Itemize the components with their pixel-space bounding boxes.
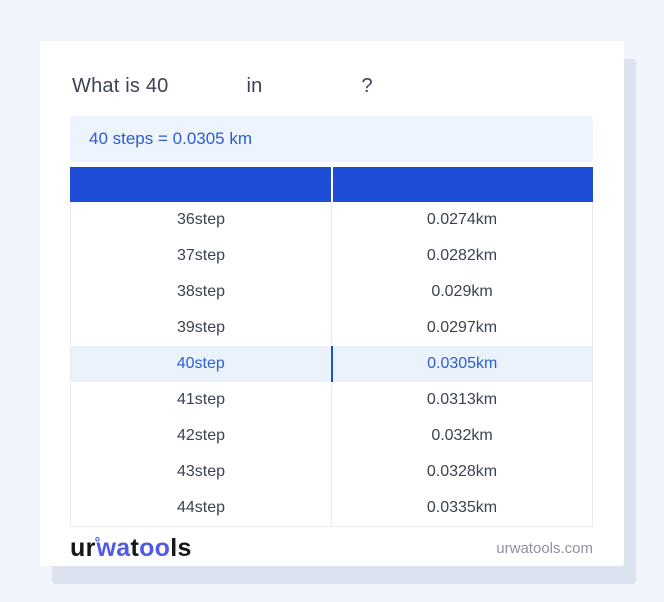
table-row: 39step 0.0297km — [71, 310, 592, 346]
urwatools-logo: ur°watools — [70, 534, 192, 563]
steps-cell: 36step — [71, 202, 332, 238]
steps-cell: 39step — [71, 310, 332, 346]
km-cell: 0.0297km — [426, 319, 498, 336]
table-row: 41step 0.0313km — [71, 382, 592, 418]
table-row: 38step 0.029km — [71, 274, 592, 310]
logo-text-dark: ur — [70, 533, 96, 562]
km-cell: 0.0313km — [426, 391, 498, 408]
title-question-part: What is 40 — [72, 75, 169, 97]
logo-text-dark: ls — [170, 533, 192, 562]
table-row: 44step 0.0335km — [71, 490, 592, 526]
table-row: 40step 0.0305km — [71, 346, 592, 382]
page-title: What is 40 in? — [72, 73, 593, 100]
table-row: 37step 0.0282km — [71, 238, 592, 274]
table-row: 43step 0.0328km — [71, 454, 592, 490]
km-cell: 0.0335km — [426, 499, 498, 516]
steps-cell: 37step — [71, 238, 332, 274]
conversion-card: What is 40 in? 40 steps = 0.0305 km 36ste… — [40, 41, 624, 566]
steps-cell: 41step — [71, 382, 332, 418]
km-cell: 0.029km — [431, 283, 493, 300]
conversion-table: 36step 0.0274km 37step 0.0282km 38step 0.029k… — [70, 167, 593, 527]
header-km-cell — [333, 167, 594, 202]
steps-cell: 44step — [71, 490, 332, 526]
km-cell: 0.0305km — [427, 355, 498, 372]
header-steps-cell — [70, 167, 333, 202]
km-cell: 0.0328km — [426, 463, 498, 480]
logo-text-dark: t — [130, 533, 140, 562]
table-row: 36step 0.0274km — [71, 202, 592, 238]
table-row: 42step 0.032km — [71, 418, 592, 454]
km-cell: 0.032km — [431, 427, 493, 444]
logo-text-blue: wa — [96, 533, 131, 562]
table-header-row — [70, 167, 593, 202]
title-question-mark: ? — [361, 75, 373, 97]
steps-cell: 38step — [71, 274, 332, 310]
logo-glasses-oo: oo — [139, 533, 171, 562]
km-cell: 0.0274km — [426, 211, 498, 228]
steps-cell: 40step — [71, 346, 333, 382]
site-url-text: urwatools.com — [496, 539, 593, 557]
title-in-part: in — [246, 75, 263, 97]
conversion-result-text: 40 steps = 0.0305 km — [89, 129, 253, 148]
table-body: 36step 0.0274km 37step 0.0282km 38step 0.029k… — [70, 202, 593, 527]
card-footer: ur°watools urwatools.com — [70, 528, 593, 568]
conversion-result-box: 40 steps = 0.0305 km — [70, 116, 593, 162]
steps-cell: 43step — [71, 454, 332, 490]
km-cell: 0.0282km — [426, 247, 498, 264]
steps-cell: 42step — [71, 418, 332, 454]
